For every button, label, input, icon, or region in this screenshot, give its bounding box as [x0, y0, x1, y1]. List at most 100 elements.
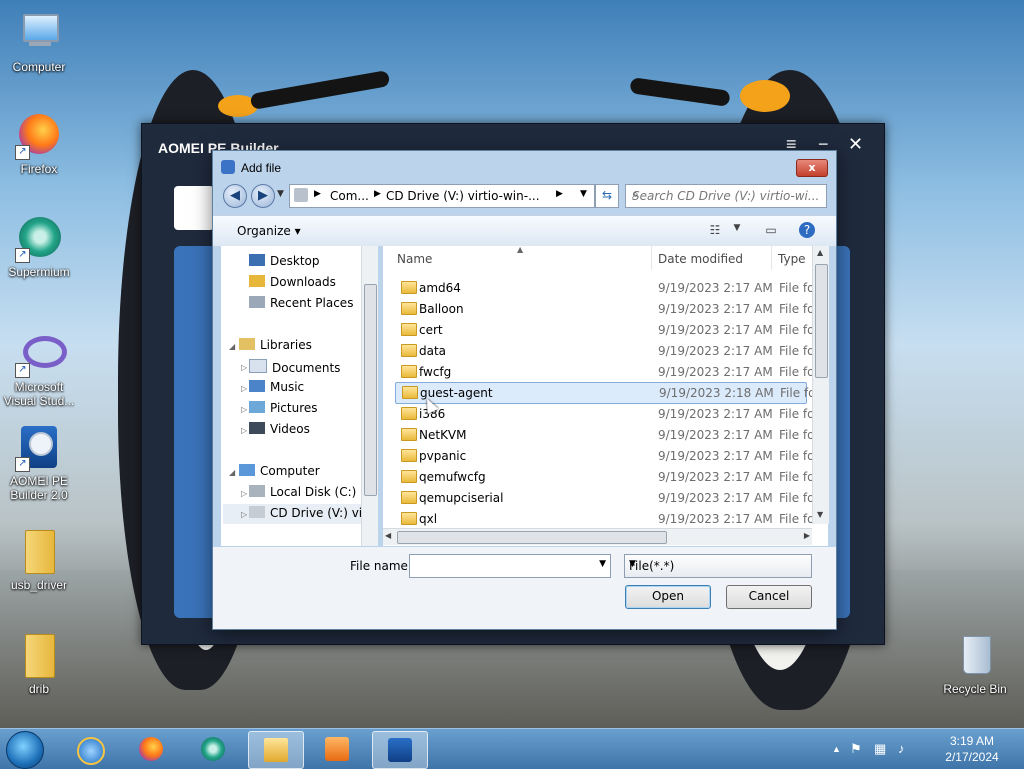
chevron-down-icon[interactable]: ▼: [599, 559, 606, 569]
chevron-right-icon[interactable]: ▶: [374, 189, 381, 199]
recent-places-icon: [249, 296, 265, 308]
scroll-down-icon[interactable]: ▼: [817, 510, 823, 519]
taskbar-firefox[interactable]: [124, 731, 178, 767]
file-row-hovered[interactable]: guest-agent 9/19/2023 2:18 AM File fol: [395, 382, 819, 404]
scrollbar-thumb[interactable]: [397, 531, 667, 544]
scroll-right-icon[interactable]: ▶: [804, 531, 810, 540]
open-button[interactable]: Open: [625, 585, 711, 609]
nav-item-recent-places[interactable]: Recent Places: [249, 296, 353, 316]
show-hidden-icons-icon[interactable]: ▲: [832, 744, 841, 754]
file-row[interactable]: qemupciserial 9/19/2023 2:17 AM File fol: [395, 488, 818, 508]
chevron-right-icon[interactable]: ▶: [314, 189, 321, 199]
volume-icon[interactable]: ♪: [898, 741, 905, 756]
file-type-select[interactable]: File(*.*) ▼: [624, 554, 812, 578]
column-header-date[interactable]: Date modified: [658, 252, 743, 266]
desktop-icon-recycle-bin[interactable]: Recycle Bin: [936, 632, 1014, 696]
taskbar-aomei[interactable]: [372, 731, 428, 769]
file-list-horizontal-scrollbar[interactable]: ◀ ▶: [383, 528, 812, 545]
search-icon[interactable]: ⌕: [632, 187, 822, 202]
documents-icon: [249, 359, 267, 373]
back-button[interactable]: ◀: [223, 184, 247, 208]
expand-arrow-icon[interactable]: ▷: [241, 363, 247, 372]
file-row[interactable]: pvpanic 9/19/2023 2:17 AM File fol: [395, 446, 818, 466]
clock-date[interactable]: 2/17/2024: [942, 750, 1002, 764]
forward-button[interactable]: ▶: [251, 184, 275, 208]
column-header-name[interactable]: Name: [397, 252, 432, 266]
file-row[interactable]: data 9/19/2023 2:17 AM File fol: [395, 341, 818, 361]
network-icon[interactable]: ▦: [874, 741, 886, 757]
file-row[interactable]: Balloon 9/19/2023 2:17 AM File fol: [395, 299, 818, 319]
desktop-icon-visual-studio[interactable]: ↗ Microsoft Visual Stud...: [0, 330, 78, 408]
navigation-scrollbar[interactable]: [361, 246, 378, 546]
scroll-up-icon[interactable]: ▲: [817, 248, 823, 257]
desktop-icon-aomei[interactable]: ↗ AOMEI PE Builder 2.0: [0, 424, 78, 502]
taskbar-ie[interactable]: [62, 731, 116, 767]
cd-drive-icon: [249, 506, 265, 518]
nav-item-local-disk[interactable]: Local Disk (C:): [249, 485, 356, 505]
desktop-icon-computer[interactable]: Computer: [0, 10, 78, 74]
nav-item-cd-drive[interactable]: CD Drive (V:) virti: [249, 506, 375, 526]
nav-item-pictures[interactable]: Pictures: [249, 401, 318, 421]
desktop-icon-drib[interactable]: drib: [0, 632, 78, 696]
help-icon[interactable]: ?: [799, 222, 815, 238]
nav-item-desktop[interactable]: Desktop: [249, 254, 320, 274]
clock-time[interactable]: 3:19 AM: [942, 734, 1002, 748]
folder-icon: [401, 428, 417, 441]
breadcrumb-cd-drive[interactable]: CD Drive (V:) virtio-win-...: [386, 189, 540, 203]
refresh-button[interactable]: ⇆: [595, 184, 619, 208]
view-dropdown-icon[interactable]: ▼: [729, 223, 745, 237]
recent-pages-dropdown[interactable]: ▼: [277, 189, 284, 199]
nav-item-documents[interactable]: Documents: [249, 359, 340, 379]
chevron-right-icon[interactable]: ▶: [556, 189, 563, 199]
column-divider[interactable]: [771, 246, 772, 270]
scroll-left-icon[interactable]: ◀: [385, 531, 391, 540]
start-button[interactable]: [6, 731, 44, 769]
chevron-down-icon[interactable]: ▼: [629, 559, 806, 569]
address-bar[interactable]: ▶ Com... ▶ CD Drive (V:) virtio-win-... …: [289, 184, 595, 208]
address-dropdown-icon[interactable]: ▼: [580, 189, 587, 199]
collapse-arrow-icon[interactable]: ◢: [229, 342, 235, 351]
organize-button[interactable]: Organize ▾: [237, 224, 301, 238]
view-options-icon[interactable]: ☷: [707, 223, 723, 237]
column-header-type[interactable]: Type: [778, 252, 806, 266]
nav-item-downloads[interactable]: Downloads: [249, 275, 336, 295]
action-center-flag-icon[interactable]: ⚑: [850, 741, 862, 757]
file-row[interactable]: i386 9/19/2023 2:17 AM File fol: [395, 404, 818, 424]
breadcrumb-computer[interactable]: Com...: [330, 189, 369, 203]
desktop-icon-firefox[interactable]: ↗ Firefox: [0, 112, 78, 176]
desktop-icon-usb-driver[interactable]: usb_driver: [0, 528, 78, 592]
expand-arrow-icon[interactable]: ▷: [241, 384, 247, 393]
search-input[interactable]: Search CD Drive (V:) virtio-wi... ⌕: [625, 184, 827, 208]
file-row[interactable]: NetKVM 9/19/2023 2:17 AM File fol: [395, 425, 818, 445]
close-icon[interactable]: ✕: [848, 134, 863, 155]
file-list-vertical-scrollbar[interactable]: ▲ ▼: [812, 246, 829, 524]
dialog-close-button[interactable]: x: [796, 159, 828, 177]
file-name-input[interactable]: ▼: [409, 554, 611, 578]
taskbar-explorer[interactable]: [248, 731, 304, 769]
nav-item-music[interactable]: Music: [249, 380, 304, 400]
file-row[interactable]: cert 9/19/2023 2:17 AM File fol: [395, 320, 818, 340]
nav-item-label: Recent Places: [270, 296, 354, 310]
nav-item-videos[interactable]: Videos: [249, 422, 310, 442]
folder-icon: [401, 470, 417, 483]
file-row[interactable]: amd64 9/19/2023 2:17 AM File fol: [395, 278, 818, 298]
collapse-arrow-icon[interactable]: ◢: [229, 468, 235, 477]
dialog-title: Add file: [241, 161, 282, 175]
taskbar-supermium[interactable]: [186, 731, 240, 767]
expand-arrow-icon[interactable]: ▷: [241, 426, 247, 435]
desktop-icon-supermium[interactable]: ↗ Supermium: [0, 215, 78, 279]
file-row[interactable]: qxl 9/19/2023 2:17 AM File fol: [395, 509, 818, 529]
expand-arrow-icon[interactable]: ▷: [241, 405, 247, 414]
column-divider[interactable]: [651, 246, 652, 270]
cancel-button[interactable]: Cancel: [726, 585, 812, 609]
file-row[interactable]: fwcfg 9/19/2023 2:17 AM File fol: [395, 362, 818, 382]
scrollbar-thumb[interactable]: [364, 284, 377, 496]
scrollbar-thumb[interactable]: [815, 264, 828, 378]
preview-pane-icon[interactable]: ▭: [763, 223, 779, 237]
taskbar-media-player[interactable]: [310, 731, 364, 767]
nav-item-computer[interactable]: Computer: [239, 464, 320, 484]
file-row[interactable]: qemufwcfg 9/19/2023 2:17 AM File fol: [395, 467, 818, 487]
expand-arrow-icon[interactable]: ▷: [241, 489, 247, 498]
expand-arrow-icon[interactable]: ▷: [241, 510, 247, 519]
nav-item-libraries[interactable]: Libraries: [239, 338, 312, 358]
